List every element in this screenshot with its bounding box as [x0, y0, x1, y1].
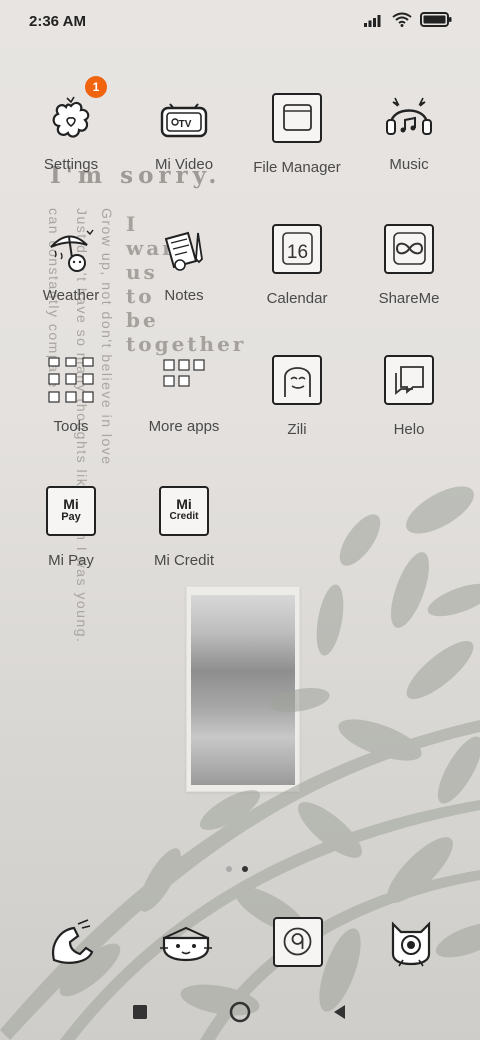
- camera-icon: [273, 917, 323, 967]
- app-label: Mi Video: [154, 156, 214, 173]
- folder-more-apps[interactable]: More apps: [127, 352, 241, 435]
- home-button[interactable]: [228, 1000, 252, 1024]
- app-label: Tools: [53, 418, 89, 435]
- page-dot-active: [242, 866, 248, 872]
- folder-tools[interactable]: Tools: [14, 352, 128, 435]
- app-label: More apps: [148, 418, 220, 435]
- dock-camera[interactable]: [270, 914, 326, 970]
- app-label: Helo: [393, 421, 425, 438]
- navigation-bar: [0, 990, 480, 1034]
- shareme-icon: [381, 224, 437, 280]
- page-dot: [226, 866, 232, 872]
- settings-icon: 1: [43, 76, 107, 146]
- app-label: Zili: [287, 421, 307, 438]
- messages-icon: [160, 926, 212, 962]
- phone-icon: [52, 919, 94, 964]
- dock-browser[interactable]: [383, 914, 439, 970]
- app-mi-credit[interactable]: Mi Credit Mi Credit: [127, 483, 241, 569]
- notification-badge: 1: [85, 76, 107, 98]
- dock-phone[interactable]: [44, 914, 100, 970]
- dock-messages[interactable]: [158, 914, 214, 970]
- circle-icon: [229, 1001, 251, 1023]
- app-label: Settings: [43, 156, 99, 173]
- status-time: 2:36 AM: [29, 13, 86, 30]
- mi-pay-icon: Mi Pay: [43, 486, 99, 542]
- folder-grid-icon: [43, 352, 99, 408]
- app-label: ShareMe: [378, 290, 440, 307]
- app-notes[interactable]: Notes: [127, 221, 241, 304]
- wifi-icon: [392, 12, 412, 27]
- app-music[interactable]: Music: [352, 90, 466, 173]
- app-settings[interactable]: 1 Settings: [14, 76, 128, 173]
- page-indicator: [226, 866, 248, 872]
- browser-icon: [391, 921, 431, 967]
- app-label: Notes: [164, 287, 204, 304]
- headphones-icon: [381, 90, 437, 146]
- back-button[interactable]: [328, 1000, 352, 1024]
- app-label: File Manager: [253, 159, 341, 176]
- app-label: Music: [389, 156, 429, 173]
- folder-grid-icon: [156, 352, 212, 408]
- recents-button[interactable]: [128, 1000, 152, 1024]
- signal-icon: [364, 14, 381, 27]
- zili-icon: [269, 355, 325, 411]
- app-weather[interactable]: Weather: [14, 221, 128, 304]
- app-label: Mi Credit: [153, 552, 214, 569]
- app-shareme[interactable]: ShareMe: [352, 221, 466, 307]
- back-triangle-icon: [334, 1005, 345, 1019]
- battery-icon: [420, 12, 452, 27]
- svg-text:16: 16: [286, 242, 307, 263]
- notes-icon: [156, 221, 212, 277]
- chat-icon: [381, 355, 437, 411]
- svg-text:TV: TV: [179, 119, 192, 130]
- mi-credit-icon: Mi Credit: [156, 486, 212, 542]
- app-mi-video[interactable]: TV Mi Video: [127, 90, 241, 173]
- app-label: Weather: [42, 287, 100, 304]
- app-zili[interactable]: Zili: [240, 352, 354, 438]
- status-bar: 2:36 AM: [0, 0, 480, 44]
- calendar-icon: 16: [269, 224, 325, 280]
- weather-icon: [43, 221, 99, 277]
- app-mi-pay[interactable]: Mi Pay Mi Pay: [14, 483, 128, 569]
- app-file-manager[interactable]: File Manager: [240, 90, 354, 176]
- folder-icon: [269, 93, 325, 149]
- app-helo[interactable]: Helo: [352, 352, 466, 438]
- square-icon: [133, 1005, 147, 1019]
- app-label: Mi Pay: [48, 552, 94, 569]
- app-calendar[interactable]: 16 Calendar: [240, 221, 354, 307]
- app-label: Calendar: [266, 290, 328, 307]
- tv-icon: TV: [156, 90, 212, 146]
